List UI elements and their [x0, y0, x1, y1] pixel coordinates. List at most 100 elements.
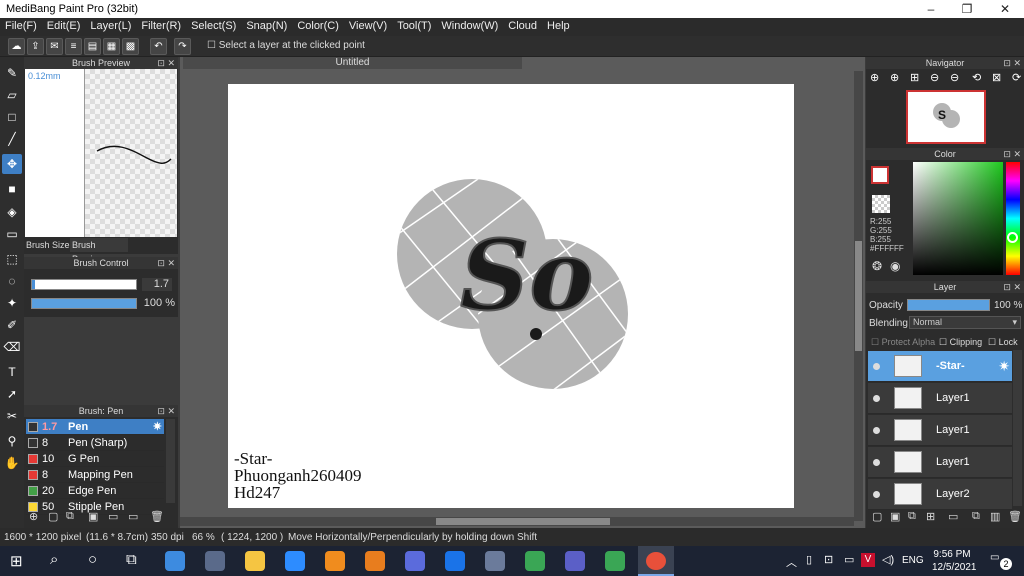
brush-list-item[interactable]: 8 Pen (Sharp)	[26, 435, 164, 451]
layer-row[interactable]: Layer1	[868, 383, 1012, 414]
panel-close-icon[interactable]: ⊡ ✕	[1003, 148, 1021, 160]
layer-settings-icon[interactable]: ▥	[990, 510, 1000, 523]
file-explorer-icon[interactable]	[245, 551, 265, 571]
menu-cloud[interactable]: Cloud	[503, 18, 542, 32]
protect-alpha-option[interactable]: ☐ Protect Alpha	[871, 337, 935, 348]
eye-icon[interactable]	[873, 395, 880, 402]
zalo-icon[interactable]	[445, 551, 465, 571]
hue-slider[interactable]	[1006, 162, 1020, 275]
menu-file[interactable]: File(F)	[0, 18, 42, 32]
palette-icon[interactable]: ❂	[872, 259, 882, 273]
search-icon[interactable]: ⌕	[50, 551, 58, 568]
battery-icon[interactable]: ▭	[844, 553, 854, 566]
select-tool-icon[interactable]: ⬚	[2, 249, 22, 269]
clipping-option[interactable]: ☐ Clipping	[939, 337, 982, 348]
zoom-in-icon[interactable]: ⊕	[870, 71, 879, 84]
zoom-out-icon[interactable]: ⊖	[930, 71, 939, 84]
eye-icon[interactable]	[873, 459, 880, 466]
horizontal-scrollbar[interactable]	[180, 517, 854, 526]
new-brush-icon[interactable]: ▢	[48, 510, 58, 523]
text-tool-icon[interactable]: T	[2, 362, 22, 382]
app-green2-icon[interactable]	[605, 551, 625, 571]
menu-view[interactable]: View(V)	[344, 18, 392, 32]
layer-opacity-slider[interactable]	[907, 299, 990, 311]
notification-icon[interactable]: ▭ 2	[990, 552, 1012, 570]
zoom-in-alt-icon[interactable]: ⊕	[890, 71, 899, 84]
rectangle-tool-icon[interactable]: □	[2, 107, 22, 127]
teams-icon[interactable]	[565, 551, 585, 571]
tiles-icon[interactable]: ▩	[122, 38, 139, 55]
zoom-actual-icon[interactable]: ⊖	[950, 71, 959, 84]
brush-list-scrollbar[interactable]	[166, 419, 175, 503]
page-icon[interactable]: ▤	[84, 38, 101, 55]
app-green-icon[interactable]	[525, 551, 545, 571]
copy-brush-icon[interactable]: ⧉	[66, 510, 74, 523]
menu-help[interactable]: Help	[542, 18, 575, 32]
app-c-icon[interactable]	[325, 551, 345, 571]
panel-close-icon[interactable]: ⊡ ✕	[157, 57, 175, 69]
select-eraser-tool-icon[interactable]: ⌫	[2, 337, 22, 357]
document-canvas[interactable]: So -Star- Phuonganh260409 Hd247	[228, 84, 794, 508]
magic-wand-tool-icon[interactable]: ✦	[2, 293, 22, 313]
brush-list-item[interactable]: 10 G Pen	[26, 451, 164, 467]
folder-icon[interactable]: ▭	[948, 510, 958, 523]
volume-icon[interactable]: ◁)	[882, 553, 894, 566]
gear-icon[interactable]: ✷	[998, 358, 1010, 375]
undo-icon[interactable]: ↶	[150, 38, 167, 55]
menu-tool[interactable]: Tool(T)	[392, 18, 436, 32]
task-view-icon[interactable]: ⧉	[126, 551, 137, 568]
folder-icon[interactable]: ▭	[108, 510, 118, 523]
menu-edit[interactable]: Edit(E)	[42, 18, 86, 32]
rotate-right-icon[interactable]: ⟳	[1012, 71, 1021, 84]
brush-size-slider[interactable]	[31, 279, 137, 290]
brush-size-value[interactable]: 1.7	[142, 278, 172, 291]
tray-chevron-icon[interactable]: ︿	[786, 554, 797, 570]
panel-close-icon[interactable]: ⊡ ✕	[157, 405, 175, 417]
merge-layer-icon[interactable]: ⊞	[926, 510, 935, 523]
saturation-value-picker[interactable]	[913, 162, 1003, 275]
reset-icon[interactable]: ⊠	[992, 71, 1001, 84]
medibang-taskbar-button[interactable]	[638, 546, 674, 576]
delete-layer-icon[interactable]: 🗑	[1008, 510, 1022, 523]
fill-rect-tool-icon[interactable]: ■	[2, 179, 22, 199]
blending-select[interactable]: Normal ▾	[909, 316, 1021, 329]
eye-icon[interactable]	[873, 427, 880, 434]
tray-device-icon[interactable]: ▯	[806, 553, 812, 566]
clock[interactable]: 9:56 PM 12/5/2021	[932, 548, 977, 574]
tab-brush-preview[interactable]: Brush Preview	[70, 238, 128, 264]
select-layer-option[interactable]: ☐ Select a layer at the clicked point	[207, 40, 365, 51]
close-button[interactable]: ✕	[986, 0, 1024, 18]
line-tool-icon[interactable]: ╱	[2, 129, 22, 149]
menu-snap[interactable]: Snap(N)	[241, 18, 292, 32]
bucket-tool-icon[interactable]: ◈	[2, 202, 22, 222]
hue-handle[interactable]	[1007, 232, 1018, 243]
brush-opacity-slider[interactable]	[31, 298, 137, 309]
move-tool-icon[interactable]: ✥	[2, 154, 22, 174]
tray-network-icon[interactable]: ⊡	[824, 553, 833, 566]
list-icon[interactable]: ≡	[65, 38, 82, 55]
brush-list-item[interactable]: 20 Edge Pen	[26, 483, 164, 499]
new-halftone-layer-icon[interactable]: ▣	[890, 510, 900, 523]
zoom-meet-icon[interactable]	[285, 551, 305, 571]
language-indicator[interactable]: ENG	[902, 555, 924, 566]
duplicate-icon[interactable]: ⧉	[972, 510, 980, 523]
lasso-tool-icon[interactable]: ◌	[2, 271, 22, 291]
edge-app-icon[interactable]	[165, 551, 185, 571]
layer-row[interactable]: Layer1	[868, 415, 1012, 446]
app-s-icon[interactable]	[365, 551, 385, 571]
fit-icon[interactable]: ⊞	[910, 71, 919, 84]
comment-icon[interactable]: ✉	[46, 38, 63, 55]
layer-list-scrollbar[interactable]	[1013, 350, 1022, 506]
eyedropper-tool-icon[interactable]: ⚲	[2, 431, 22, 451]
menu-window[interactable]: Window(W)	[436, 18, 503, 32]
eye-icon[interactable]	[873, 491, 880, 498]
new-layer-icon[interactable]: ▢	[872, 510, 882, 523]
cortana-icon[interactable]: ○	[88, 551, 97, 568]
vietkey-icon[interactable]: V	[861, 553, 875, 567]
minimize-button[interactable]: –	[912, 0, 950, 18]
lock-option[interactable]: ☐ Lock	[988, 337, 1018, 348]
grid-icon[interactable]: ▦	[103, 38, 120, 55]
add-brush-icon[interactable]: ⊕	[29, 510, 38, 523]
settings-brush-icon[interactable]: ▣	[88, 510, 98, 523]
cloud-icon[interactable]: ☁	[8, 38, 25, 55]
